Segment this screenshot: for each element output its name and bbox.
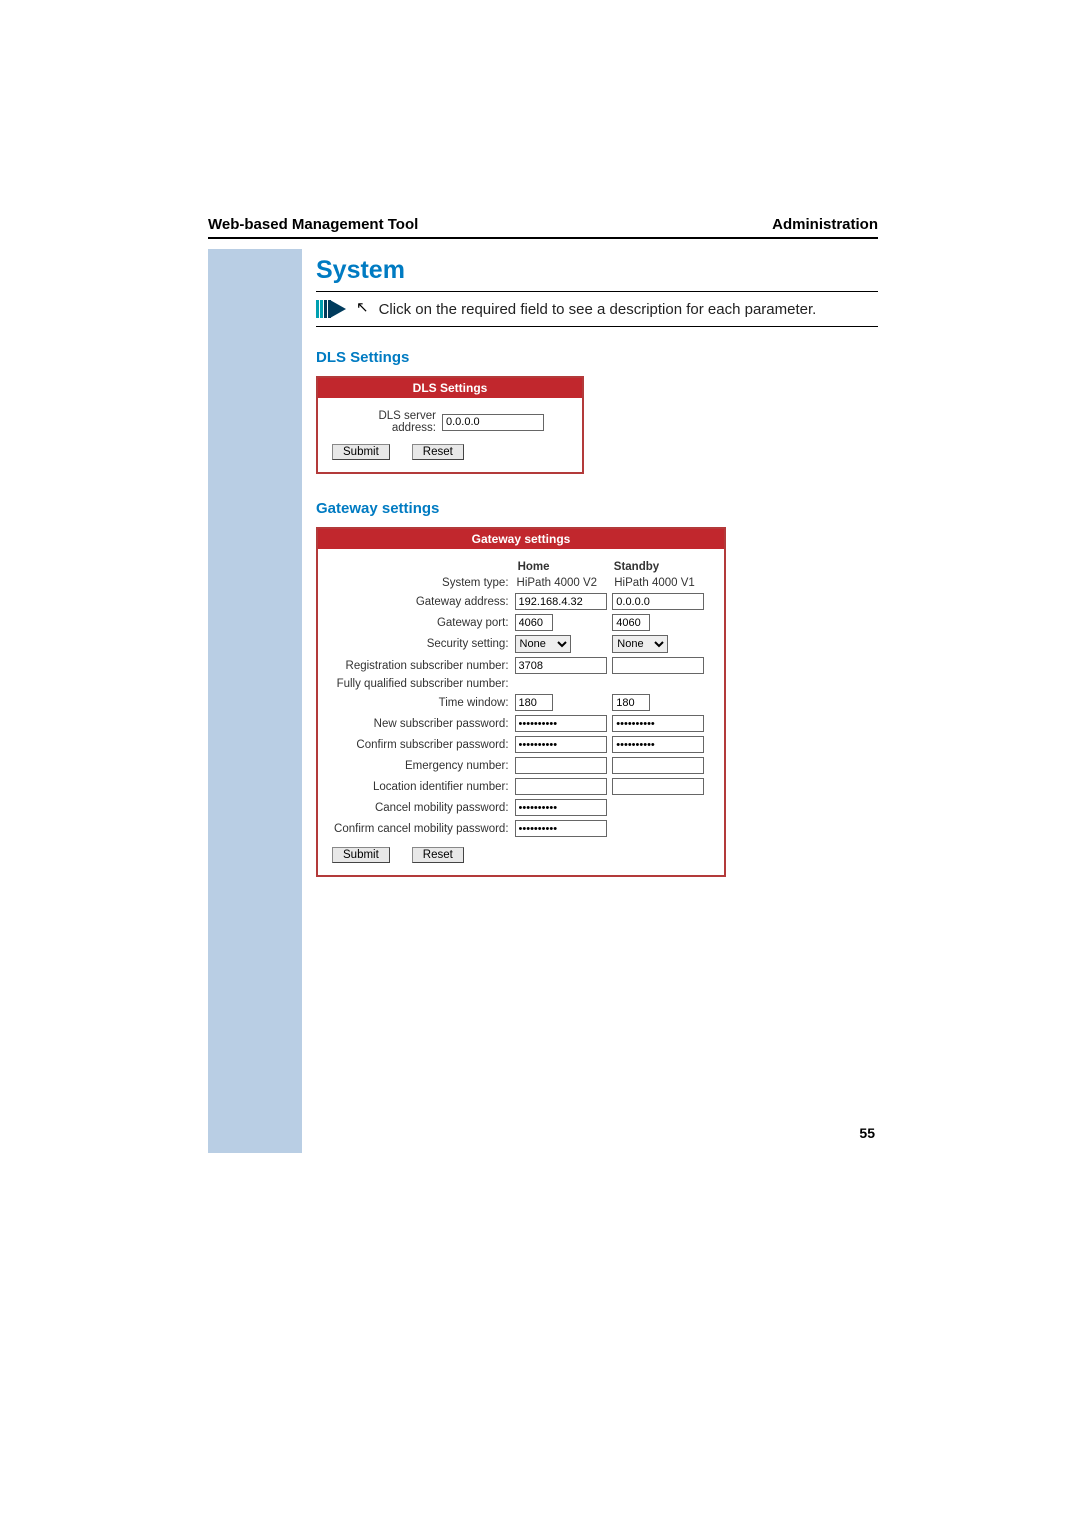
security-standby-select[interactable]: None [612, 635, 668, 653]
reg-number-standby-input[interactable] [612, 657, 704, 674]
conf-pw-label: Confirm subscriber password: [332, 739, 515, 751]
emergency-standby-input[interactable] [612, 757, 704, 774]
col-standby-header: Standby [614, 561, 710, 573]
dls-submit-button[interactable]: Submit [332, 444, 390, 460]
time-window-label: Time window: [332, 697, 515, 709]
page-left-stripe [208, 249, 302, 1153]
loc-id-home-input[interactable] [515, 778, 607, 795]
fq-number-label: Fully qualified subscriber number: [332, 678, 515, 690]
page-header: Web-based Management Tool Administration [208, 216, 878, 239]
cursor-icon: ↖ [356, 298, 369, 316]
page-number: 55 [859, 1125, 875, 1141]
dls-panel-title: DLS Settings [318, 378, 582, 398]
system-type-home: HiPath 4000 V2 [515, 577, 613, 589]
gateway-panel-title: Gateway settings [318, 529, 724, 549]
gateway-column-headers: Home Standby [332, 561, 710, 573]
gateway-address-home-input[interactable] [515, 593, 607, 610]
new-pw-standby-input[interactable] [612, 715, 704, 732]
gateway-address-standby-input[interactable] [612, 593, 704, 610]
loc-id-label: Location identifier number: [332, 781, 515, 793]
loc-id-standby-input[interactable] [612, 778, 704, 795]
time-window-standby-input[interactable] [612, 694, 650, 711]
new-pw-home-input[interactable] [515, 715, 607, 732]
system-type-label: System type: [332, 577, 515, 589]
gateway-port-standby-input[interactable] [612, 614, 650, 631]
conf-pw-home-input[interactable] [515, 736, 607, 753]
new-pw-label: New subscriber password: [332, 718, 515, 730]
dls-heading: DLS Settings [316, 349, 878, 366]
gateway-port-home-input[interactable] [515, 614, 553, 631]
security-setting-label: Security setting: [332, 638, 515, 650]
time-window-home-input[interactable] [515, 694, 553, 711]
header-title-right: Administration [772, 216, 878, 233]
gateway-port-label: Gateway port: [332, 617, 515, 629]
conf-cancel-mob-pw-home-input[interactable] [515, 820, 607, 837]
header-title-left: Web-based Management Tool [208, 216, 418, 233]
system-type-standby: HiPath 4000 V1 [612, 577, 710, 589]
col-home-header: Home [518, 561, 614, 573]
emergency-label: Emergency number: [332, 760, 515, 772]
dls-server-address-label: DLS server address: [332, 410, 442, 434]
gateway-panel: Gateway settings Home Standby System typ… [316, 527, 726, 877]
cancel-mob-pw-label: Cancel mobility password: [332, 802, 515, 814]
gateway-heading: Gateway settings [316, 500, 878, 517]
note-text: Click on the required field to see a des… [379, 301, 817, 318]
emergency-home-input[interactable] [515, 757, 607, 774]
conf-cancel-mob-pw-label: Confirm cancel mobility password: [332, 823, 515, 835]
conf-pw-standby-input[interactable] [612, 736, 704, 753]
dls-server-address-input[interactable] [442, 414, 544, 431]
dls-reset-button[interactable]: Reset [412, 444, 464, 460]
gateway-address-label: Gateway address: [332, 596, 515, 608]
reg-number-home-input[interactable] [515, 657, 607, 674]
page-title: System [316, 256, 878, 285]
page-content: System ↖ Click on the required field to … [316, 256, 878, 903]
note-bar: ↖ Click on the required field to see a d… [316, 291, 878, 327]
gateway-submit-button[interactable]: Submit [332, 847, 390, 863]
brand-arrow-icon [316, 300, 346, 318]
security-home-select[interactable]: None [515, 635, 571, 653]
reg-number-label: Registration subscriber number: [332, 660, 515, 672]
dls-panel: DLS Settings DLS server address: Submit … [316, 376, 584, 474]
cancel-mob-pw-home-input[interactable] [515, 799, 607, 816]
gateway-reset-button[interactable]: Reset [412, 847, 464, 863]
